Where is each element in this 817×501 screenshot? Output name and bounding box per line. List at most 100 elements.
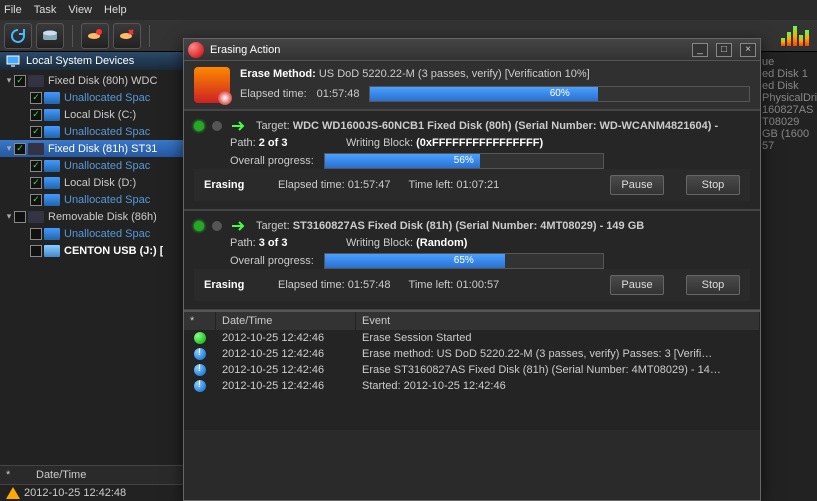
- info-icon: [194, 364, 206, 376]
- log-datetime: 2012-10-25 12:42:46: [216, 348, 356, 360]
- log-col-datetime[interactable]: Date/Time: [216, 312, 356, 330]
- tree-label: Unallocated Spac: [64, 92, 150, 104]
- target-elapsed: Elapsed time: 01:57:48: [278, 279, 391, 291]
- delete-disk-icon[interactable]: [113, 23, 141, 49]
- expand-icon[interactable]: ▾: [4, 143, 14, 154]
- erase-disk-icon[interactable]: [81, 23, 109, 49]
- tree-item[interactable]: ✓ Unallocated Spac: [0, 89, 191, 106]
- checkbox[interactable]: [14, 211, 26, 223]
- tree-item[interactable]: Unallocated Spac: [0, 225, 191, 242]
- refresh-icon[interactable]: [4, 23, 32, 49]
- minimize-button[interactable]: _: [692, 43, 708, 57]
- log-col-event[interactable]: Event: [356, 312, 760, 330]
- checkbox[interactable]: ✓: [30, 126, 42, 138]
- drive-icon: [28, 211, 44, 223]
- dialog-titlebar[interactable]: Erasing Action _ □ ×: [184, 39, 760, 61]
- log-row[interactable]: 2012-10-25 12:42:46Started: 2012-10-25 1…: [184, 378, 760, 394]
- tree-label: Local Disk (C:): [64, 109, 136, 121]
- checkbox[interactable]: ✓: [14, 75, 26, 87]
- expand-icon[interactable]: ▾: [4, 211, 14, 222]
- checkbox[interactable]: ✓: [30, 109, 42, 121]
- left-log: * Date/Time 2012-10-25 12:42:48: [0, 465, 191, 501]
- disk-icon[interactable]: [36, 23, 64, 49]
- led-icon: [194, 221, 204, 231]
- property-line: 57: [762, 140, 813, 152]
- pause-button[interactable]: Pause: [610, 175, 664, 195]
- writing-block: Writing Block: (0xFFFFFFFFFFFFFFFF): [346, 137, 543, 149]
- status-label: Erasing: [204, 179, 260, 191]
- tree-item[interactable]: ▾✓ Fixed Disk (81h) ST31: [0, 140, 191, 157]
- log-row[interactable]: 2012-10-25 12:42:46Erase method: US DoD …: [184, 346, 760, 362]
- property-line: 160827AS: [762, 104, 813, 116]
- drive-icon: [44, 194, 60, 206]
- app-icon: [188, 42, 204, 58]
- tree-item[interactable]: ✓ Local Disk (C:): [0, 106, 191, 123]
- close-button[interactable]: ×: [740, 43, 756, 57]
- log-row[interactable]: 2012-10-25 12:42:46Erase Session Started: [184, 330, 760, 346]
- target-label: Target: ST3160827AS Fixed Disk (81h) (Se…: [256, 220, 644, 232]
- elapsed-value: 01:57:48: [317, 88, 360, 100]
- log-row[interactable]: 2012-10-25 12:42:46Erase ST3160827AS Fix…: [184, 362, 760, 378]
- left-panel-title: Local System Devices: [0, 52, 191, 70]
- erasing-dialog: Erasing Action _ □ × Erase Method: US Do…: [183, 38, 761, 501]
- tree-item[interactable]: ✓Unallocated Spac: [0, 191, 191, 208]
- checkbox[interactable]: [30, 228, 42, 240]
- stop-button[interactable]: Stop: [686, 275, 740, 295]
- drive-icon: [28, 75, 44, 87]
- tree-item[interactable]: CENTON USB (J:) [: [0, 242, 191, 259]
- property-line: PhysicalDri: [762, 92, 813, 104]
- menu-bar: File Task View Help: [0, 0, 817, 20]
- expand-icon[interactable]: ▾: [4, 75, 14, 86]
- device-tree[interactable]: ▾✓Fixed Disk (80h) WDC✓Unallocated Spac✓…: [0, 70, 191, 465]
- play-icon: [194, 332, 206, 344]
- target-block: Target: ST3160827AS Fixed Disk (81h) (Se…: [184, 210, 760, 310]
- led-icon: [212, 221, 222, 231]
- properties-panel: ueed Disk 1ed DiskPhysicalDri160827AST08…: [757, 52, 817, 501]
- property-line: ed Disk 1: [762, 68, 813, 80]
- tree-item[interactable]: ▾✓ Fixed Disk (80h) WDC: [0, 72, 191, 89]
- checkbox[interactable]: [30, 245, 42, 257]
- property-line: T08029: [762, 116, 813, 128]
- led-icon: [194, 121, 204, 131]
- dialog-title: Erasing Action: [210, 44, 684, 56]
- overall-label: Overall progress:: [230, 255, 314, 267]
- checkbox[interactable]: ✓: [14, 143, 26, 155]
- tree-item[interactable]: ✓Local Disk (D:): [0, 174, 191, 191]
- tree-label: Unallocated Spac: [64, 126, 150, 138]
- tree-item[interactable]: ▾Removable Disk (86h): [0, 208, 191, 225]
- method-label: Erase Method:: [240, 68, 316, 80]
- checkbox[interactable]: ✓: [30, 194, 42, 206]
- checkbox[interactable]: ✓: [30, 92, 42, 104]
- led-icon: [212, 121, 222, 131]
- menu-task[interactable]: Task: [34, 4, 57, 16]
- target-timeleft: Time left: 01:07:21: [409, 179, 500, 191]
- tree-label: Fixed Disk (81h) ST31: [48, 143, 157, 155]
- tree-label: Unallocated Spac: [64, 228, 150, 240]
- warning-icon: [6, 487, 20, 499]
- target-progress: 56%: [324, 153, 604, 169]
- status-label: Erasing: [204, 279, 260, 291]
- path-label: Path: 3 of 3: [230, 237, 330, 249]
- erase-icon: [194, 67, 230, 103]
- drive-icon: [44, 245, 60, 257]
- drive-icon: [44, 126, 60, 138]
- log-row-datetime: 2012-10-25 12:42:48: [24, 487, 126, 499]
- tree-label: Fixed Disk (80h) WDC: [48, 75, 157, 87]
- maximize-button[interactable]: □: [716, 43, 732, 57]
- checkbox[interactable]: ✓: [30, 160, 42, 172]
- path-label: Path: 2 of 3: [230, 137, 330, 149]
- dialog-log: * Date/Time Event 2012-10-25 12:42:46Era…: [184, 310, 760, 430]
- pause-button[interactable]: Pause: [610, 275, 664, 295]
- log-col-star: *: [184, 312, 216, 330]
- log-datetime: 2012-10-25 12:42:46: [216, 332, 356, 344]
- menu-view[interactable]: View: [68, 4, 92, 16]
- menu-help[interactable]: Help: [104, 4, 127, 16]
- tree-label: CENTON USB (J:) [: [64, 245, 163, 257]
- menu-file[interactable]: File: [4, 4, 22, 16]
- stop-button[interactable]: Stop: [686, 175, 740, 195]
- method-value: US DoD 5220.22-M (3 passes, verify) [Ver…: [319, 68, 590, 80]
- checkbox[interactable]: ✓: [30, 177, 42, 189]
- overall-label: Overall progress:: [230, 155, 314, 167]
- tree-item[interactable]: ✓ Unallocated Spac: [0, 123, 191, 140]
- tree-item[interactable]: ✓Unallocated Spac: [0, 157, 191, 174]
